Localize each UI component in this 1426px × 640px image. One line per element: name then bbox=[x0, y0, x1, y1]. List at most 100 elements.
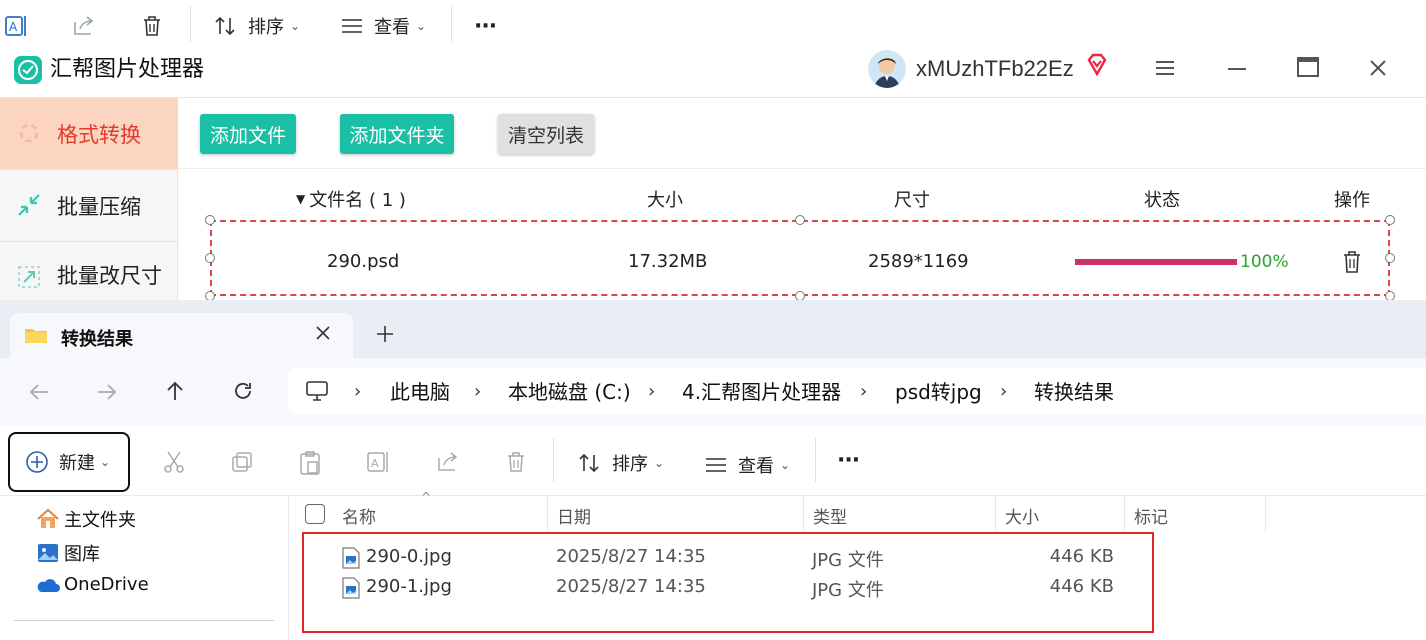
forward-icon[interactable] bbox=[96, 381, 118, 403]
nav-item-label: 图库 bbox=[64, 544, 100, 565]
delete-icon[interactable] bbox=[140, 12, 164, 40]
more-options-button[interactable]: ··· bbox=[474, 12, 497, 40]
minimize-button[interactable] bbox=[1226, 58, 1248, 78]
column-header-status[interactable]: 状态 bbox=[1144, 186, 1180, 212]
close-tab-icon[interactable] bbox=[315, 325, 331, 341]
breadcrumb-item[interactable]: 4.汇帮图片处理器 bbox=[682, 380, 841, 404]
maximize-button[interactable] bbox=[1296, 56, 1320, 78]
sort-icon bbox=[579, 453, 599, 473]
up-icon[interactable] bbox=[164, 380, 186, 402]
username[interactable]: xMUzhTFb22Ez bbox=[916, 54, 1074, 84]
address-bar[interactable] bbox=[288, 368, 1426, 414]
back-icon[interactable] bbox=[28, 381, 50, 403]
new-button[interactable]: 新建 ⌄ bbox=[8, 432, 130, 492]
close-button[interactable] bbox=[1368, 58, 1388, 78]
computer-icon bbox=[305, 380, 329, 402]
clear-list-button[interactable]: 清空列表 bbox=[498, 114, 594, 154]
paste-icon[interactable] bbox=[298, 450, 322, 476]
view-icon bbox=[706, 458, 726, 472]
column-header-type[interactable]: 类型 bbox=[813, 503, 847, 528]
compress-icon bbox=[16, 192, 42, 218]
menu-icon[interactable] bbox=[1154, 58, 1176, 78]
resize-handle[interactable] bbox=[1385, 215, 1395, 225]
file-type: JPG 文件 bbox=[812, 550, 884, 571]
chevron-down-icon: ⌄ bbox=[290, 19, 301, 33]
file-size: 446 KB bbox=[1049, 546, 1114, 567]
view-icon bbox=[342, 19, 362, 33]
select-all-checkbox[interactable] bbox=[305, 504, 325, 524]
breadcrumb-item[interactable]: 此电脑 bbox=[390, 380, 450, 404]
sort-icon bbox=[215, 16, 235, 36]
progress-fill bbox=[1075, 259, 1237, 265]
sort-desc-icon: ▼ bbox=[296, 192, 306, 206]
breadcrumb-chevron-icon: › bbox=[1000, 381, 1008, 402]
list-item[interactable]: 290-0.jpg 2025/8/27 14:35 JPG 文件 446 KB bbox=[340, 546, 1160, 572]
breadcrumb-item[interactable]: psd转jpg bbox=[895, 380, 982, 404]
cut-icon[interactable] bbox=[162, 450, 186, 474]
sort-menu[interactable]: 排序 ⌄ bbox=[214, 12, 300, 40]
refresh-icon[interactable] bbox=[232, 380, 254, 402]
chevron-down-icon: ⌄ bbox=[416, 19, 427, 33]
breadcrumb-chevron-icon: › bbox=[860, 381, 868, 402]
share-icon[interactable] bbox=[436, 450, 460, 474]
more-options-button[interactable]: ··· bbox=[837, 448, 860, 473]
breadcrumb-item[interactable]: 转换结果 bbox=[1034, 380, 1114, 404]
gallery-icon bbox=[38, 544, 58, 562]
column-header-date[interactable]: 日期 bbox=[557, 503, 591, 528]
cloud-icon bbox=[37, 578, 60, 592]
app-logo-icon bbox=[14, 56, 42, 84]
column-header-name[interactable]: 名称 bbox=[342, 503, 376, 528]
app-sidebar: 格式转换 批量压缩 批量改尺寸 bbox=[0, 98, 178, 308]
share-icon[interactable] bbox=[72, 12, 96, 40]
column-header-size[interactable]: 大小 bbox=[1005, 503, 1039, 528]
nav-item-onedrive[interactable]: OneDrive bbox=[36, 574, 149, 595]
explorer-tab[interactable]: 转换结果 bbox=[10, 313, 353, 358]
view-menu[interactable]: 查看 ⌄ bbox=[704, 452, 790, 478]
list-item[interactable]: 290-1.jpg 2025/8/27 14:35 JPG 文件 446 KB bbox=[340, 576, 1160, 602]
rename-icon[interactable]: A bbox=[366, 450, 392, 474]
breadcrumb-chevron-icon: › bbox=[354, 381, 362, 402]
copy-icon[interactable] bbox=[230, 450, 254, 474]
row-delete-icon[interactable] bbox=[1341, 250, 1363, 274]
row-dims: 2589*1169 bbox=[868, 251, 969, 272]
new-label: 新建 bbox=[59, 453, 95, 474]
sidebar-item-batch-resize[interactable]: 批量改尺寸 bbox=[0, 242, 178, 308]
column-header-tag[interactable]: 标记 bbox=[1134, 503, 1168, 528]
home-icon bbox=[37, 508, 59, 528]
resize-handle[interactable] bbox=[205, 215, 215, 225]
sort-label: 排序 bbox=[612, 454, 648, 475]
avatar[interactable] bbox=[868, 50, 906, 88]
resize-handle[interactable] bbox=[795, 215, 805, 225]
sort-menu[interactable]: 排序 ⌄ bbox=[578, 450, 664, 476]
nav-item-gallery[interactable]: 图库 bbox=[36, 540, 100, 566]
file-date: 2025/8/27 14:35 bbox=[556, 576, 706, 597]
sort-label: 排序 bbox=[248, 17, 284, 38]
sidebar-item-batch-compress[interactable]: 批量压缩 bbox=[0, 170, 178, 242]
vip-diamond-icon[interactable] bbox=[1084, 52, 1110, 78]
column-header-filename[interactable]: ▼ 文件名 ( 1 ) bbox=[296, 186, 406, 212]
sidebar-item-format-convert[interactable]: 格式转换 bbox=[0, 98, 178, 170]
delete-icon[interactable] bbox=[504, 450, 528, 474]
sidebar-item-label: 批量压缩 bbox=[57, 194, 141, 219]
resize-icon bbox=[16, 264, 42, 290]
add-folder-button[interactable]: 添加文件夹 bbox=[340, 114, 454, 154]
plus-circle-icon bbox=[26, 451, 48, 473]
app-titlebar: 汇帮图片处理器 xMUzhTFb22Ez bbox=[0, 50, 1426, 98]
resize-handle[interactable] bbox=[205, 253, 215, 263]
add-file-button[interactable]: 添加文件 bbox=[200, 114, 296, 154]
nav-item-home[interactable]: 主文件夹 bbox=[36, 506, 136, 532]
resize-handle[interactable] bbox=[1385, 253, 1395, 263]
nav-item-label: OneDrive bbox=[64, 574, 149, 595]
app-title: 汇帮图片处理器 bbox=[50, 57, 205, 82]
new-tab-icon[interactable] bbox=[376, 325, 394, 343]
sort-up-icon: ^ bbox=[421, 490, 432, 504]
file-name: 290-0.jpg bbox=[366, 546, 452, 567]
top-toolbar: A 排序 ⌄ 查看 ⌄ ··· bbox=[0, 0, 1426, 52]
column-header-dims[interactable]: 尺寸 bbox=[894, 186, 930, 212]
rename-icon[interactable]: A bbox=[4, 12, 30, 40]
column-header-size[interactable]: 大小 bbox=[647, 186, 683, 212]
view-menu[interactable]: 查看 ⌄ bbox=[340, 12, 426, 40]
convert-icon bbox=[16, 120, 42, 146]
breadcrumb-item[interactable]: 本地磁盘 (C:) bbox=[508, 380, 631, 404]
breadcrumb-chevron-icon: › bbox=[648, 381, 656, 402]
